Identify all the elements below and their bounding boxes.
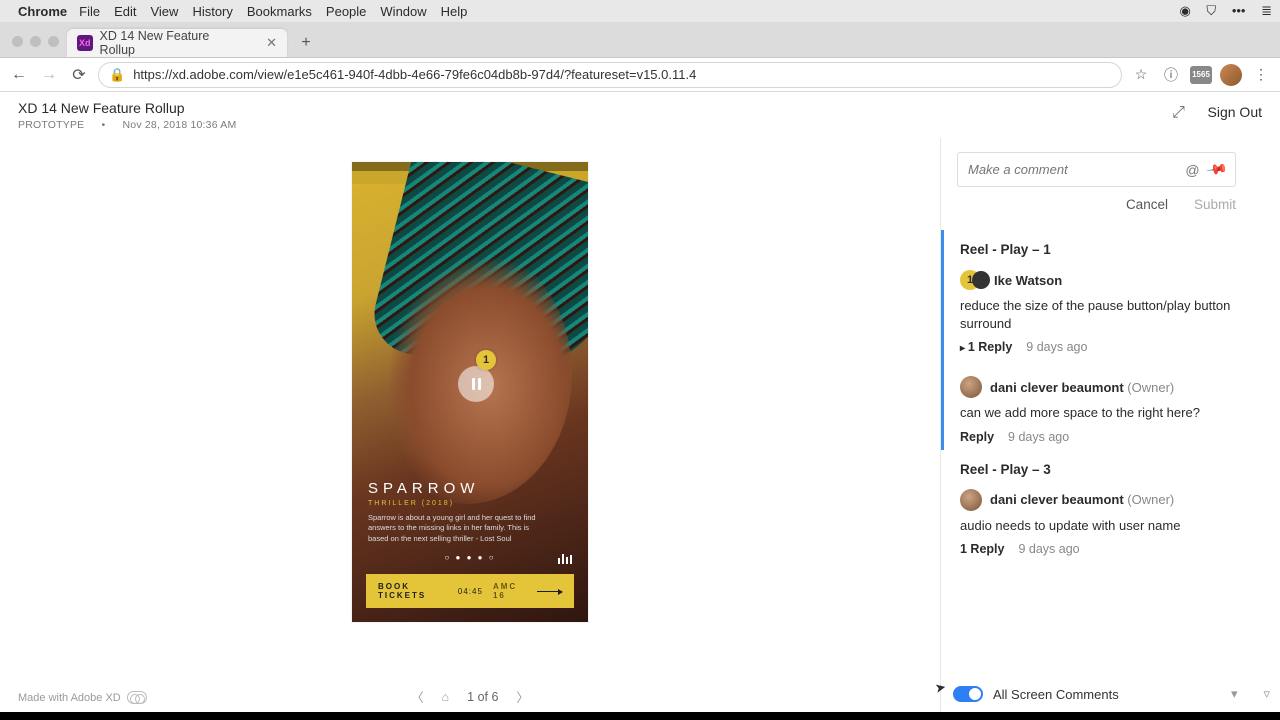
equalizer-icon bbox=[558, 554, 572, 564]
macos-menubar: Chrome File Edit View History Bookmarks … bbox=[0, 0, 1280, 22]
mention-icon[interactable]: @ bbox=[1185, 162, 1199, 178]
browser-toolbar: ← → ⟳ 🔒 https://xd.adobe.com/view/e1e5c4… bbox=[0, 58, 1280, 92]
address-bar[interactable]: 🔒 https://xd.adobe.com/view/e1e5c461-940… bbox=[98, 62, 1122, 88]
all-screens-toggle[interactable] bbox=[953, 686, 983, 702]
xd-share-page: XD 14 New Feature Rollup PROTOTYPE • Nov… bbox=[0, 92, 1280, 712]
comment-text: can we add more space to the right here? bbox=[960, 404, 1236, 422]
comment-time: 9 days ago bbox=[1018, 542, 1079, 556]
comments-footer: All Screen Comments ▾ ▿ bbox=[953, 686, 1270, 702]
cancel-button[interactable]: Cancel bbox=[1126, 197, 1168, 212]
creative-cloud-icon bbox=[127, 691, 147, 704]
sign-out-link[interactable]: Sign Out bbox=[1208, 104, 1262, 120]
comment-pin[interactable]: 1 bbox=[476, 350, 496, 370]
menubar-item[interactable]: Bookmarks bbox=[247, 4, 312, 19]
new-tab-button[interactable]: + bbox=[293, 30, 319, 56]
url-text: https://xd.adobe.com/view/e1e5c461-940f-… bbox=[133, 67, 696, 82]
comment-author: dani clever beaumont (Owner) bbox=[990, 380, 1174, 395]
reload-button[interactable]: ⟳ bbox=[68, 64, 90, 86]
info-icon[interactable]: ⓘ bbox=[1160, 64, 1182, 86]
made-with-xd[interactable]: Made with Adobe XD bbox=[18, 691, 147, 704]
menubar-item[interactable]: File bbox=[79, 4, 100, 19]
comment-author-avatar bbox=[960, 489, 982, 511]
next-artboard[interactable]: 〉 bbox=[516, 687, 529, 706]
home-icon[interactable]: ⌂ bbox=[442, 690, 450, 704]
menubar-app[interactable]: Chrome bbox=[18, 4, 67, 19]
comment-time: 9 days ago bbox=[1008, 430, 1069, 444]
window-controls[interactable] bbox=[6, 36, 67, 57]
chrome-menu-icon[interactable]: ⋮ bbox=[1250, 64, 1272, 86]
comment-text: reduce the size of the pause button/play… bbox=[960, 297, 1236, 332]
browser-tab[interactable]: Xd XD 14 New Feature Rollup ✕ bbox=[67, 29, 287, 57]
reply-button[interactable]: Reply bbox=[960, 430, 994, 444]
comment-text: audio needs to update with user name bbox=[960, 517, 1236, 535]
section-title: Reel - Play – 1 bbox=[960, 242, 1236, 257]
submit-button[interactable]: Submit bbox=[1194, 197, 1236, 212]
filter-solid-icon[interactable]: ▿ bbox=[1263, 686, 1270, 702]
video-letterbox bbox=[0, 712, 1280, 720]
menubar-right-icons: ◉ ⛉ ••• ≣ bbox=[1167, 3, 1272, 19]
section-title: Reel - Play – 3 bbox=[960, 462, 1236, 477]
prototype-stage[interactable]: REEL ≚ 1 SPARROW THRILLER (2018) Sparrow… bbox=[0, 138, 940, 684]
comments-panel: @ 📌 Cancel Submit Reel - Play – 1 1 Ike … bbox=[940, 138, 1280, 712]
artboard-reel-play[interactable]: REEL ≚ 1 SPARROW THRILLER (2018) Sparrow… bbox=[352, 162, 588, 622]
lock-icon: 🔒 bbox=[109, 67, 125, 83]
pager-label: 1 of 6 bbox=[467, 690, 498, 704]
xd-favicon: Xd bbox=[77, 35, 93, 51]
page-dots: ○ ● ● ● ○ bbox=[352, 553, 588, 562]
reply-toggle[interactable]: 1 Reply bbox=[960, 340, 1012, 354]
comment-section: Reel - Play – 1 1 Ike Watson reduce the … bbox=[941, 230, 1236, 450]
profile-avatar[interactable] bbox=[1220, 64, 1242, 86]
menubar-item[interactable]: Edit bbox=[114, 4, 136, 19]
menubar-item[interactable]: Window bbox=[380, 4, 426, 19]
all-screens-label: All Screen Comments bbox=[993, 687, 1119, 702]
reply-button[interactable]: 1 Reply bbox=[960, 542, 1004, 556]
cc-icon[interactable]: ◉ bbox=[1179, 3, 1190, 18]
browser-tabstrip: Xd XD 14 New Feature Rollup ✕ + bbox=[0, 22, 1280, 58]
comment-author-avatar: 1 bbox=[960, 269, 986, 291]
cta-button-mock: BOOK TICKETS 04:45 AMC 16 bbox=[366, 574, 574, 608]
comment-input-box[interactable]: @ 📌 bbox=[957, 152, 1236, 187]
list-icon[interactable]: ≣ bbox=[1261, 3, 1272, 18]
star-icon[interactable]: ☆ bbox=[1130, 64, 1152, 86]
expand-icon[interactable]: ⤢ bbox=[1170, 104, 1188, 122]
comment-section: Reel - Play – 3 dani clever beaumont (Ow… bbox=[941, 450, 1236, 563]
close-icon[interactable]: ✕ bbox=[266, 35, 277, 51]
menubar-item[interactable]: View bbox=[150, 4, 178, 19]
pin-icon[interactable]: 📌 bbox=[1204, 158, 1228, 182]
prev-artboard[interactable]: 〈 bbox=[411, 687, 424, 706]
extension-badge[interactable]: 1565 bbox=[1190, 66, 1212, 84]
forward-button[interactable]: → bbox=[38, 64, 60, 86]
page-header: XD 14 New Feature Rollup PROTOTYPE • Nov… bbox=[0, 92, 1280, 137]
comment-author: dani clever beaumont (Owner) bbox=[990, 492, 1174, 507]
filter-icon[interactable]: ▾ bbox=[1231, 686, 1238, 702]
page-meta: PROTOTYPE • Nov 28, 2018 10:36 AM bbox=[18, 119, 236, 131]
menubar-item[interactable]: Help bbox=[441, 4, 468, 19]
comment-author-avatar bbox=[960, 376, 982, 398]
tab-title: XD 14 New Feature Rollup bbox=[100, 29, 245, 57]
comment-input[interactable] bbox=[968, 162, 1177, 177]
more-icon[interactable]: ••• bbox=[1232, 3, 1246, 18]
pause-button-mock bbox=[458, 366, 494, 402]
back-button[interactable]: ← bbox=[8, 64, 30, 86]
comment-time: 9 days ago bbox=[1026, 340, 1087, 354]
shield-icon[interactable]: ⛉ bbox=[1206, 3, 1216, 18]
mock-overlay: SPARROW THRILLER (2018) Sparrow is about… bbox=[368, 480, 568, 545]
menubar-item[interactable]: People bbox=[326, 4, 366, 19]
menubar-item[interactable]: History bbox=[192, 4, 232, 19]
comment-author: Ike Watson bbox=[994, 273, 1062, 288]
page-title: XD 14 New Feature Rollup bbox=[18, 100, 236, 116]
